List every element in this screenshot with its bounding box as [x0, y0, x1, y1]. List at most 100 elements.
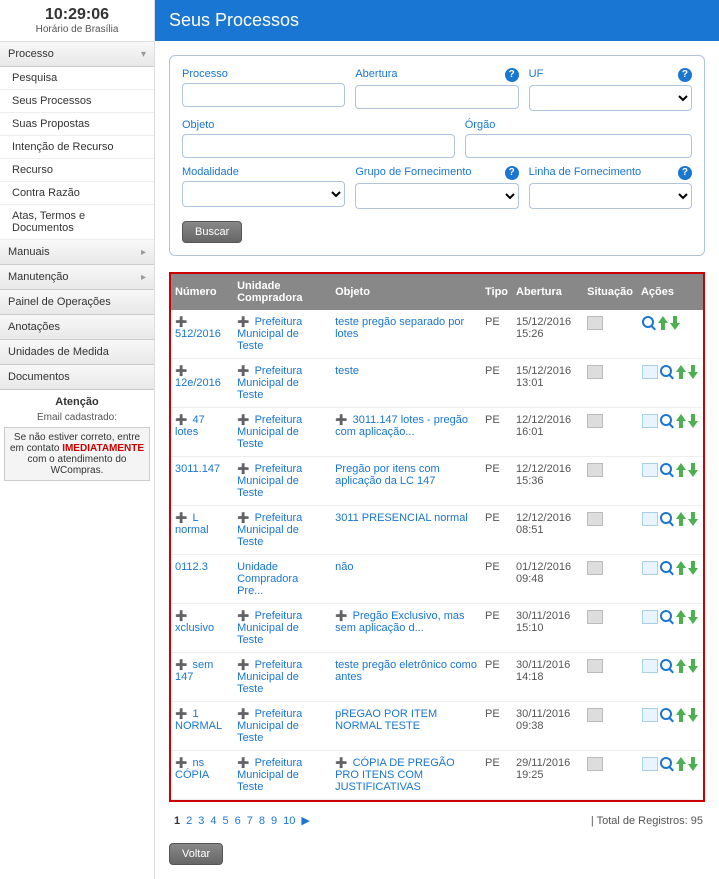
up-icon[interactable] [676, 757, 686, 771]
cell-numero[interactable]: ➕ 1 NORMAL [171, 702, 233, 751]
help-icon[interactable]: ? [505, 68, 519, 82]
expand-icon[interactable]: ➕ [175, 660, 187, 671]
expand-icon[interactable]: ➕ [237, 317, 249, 328]
cell-unidade[interactable]: ➕ Prefeitura Municipal de Teste [233, 751, 331, 800]
page-link[interactable]: 6 [235, 815, 241, 827]
download-icon[interactable] [688, 414, 698, 428]
expand-icon[interactable]: ➕ [237, 660, 249, 671]
cell-numero[interactable]: ➕ xclusivo [171, 604, 233, 653]
cell-unidade[interactable]: ➕ Prefeitura Municipal de Teste [233, 457, 331, 506]
cell-numero[interactable]: ➕ 12e/2016 [171, 359, 233, 408]
paper-icon[interactable] [642, 365, 658, 379]
filter-objeto-input[interactable] [182, 134, 455, 158]
view-icon[interactable] [660, 708, 674, 722]
cell-objeto[interactable]: teste pregão separado por lotes [331, 310, 481, 359]
menu-anotacoes[interactable]: Anotações [0, 315, 154, 340]
menu-manuais[interactable]: Manuais ▸ [0, 240, 154, 265]
cell-numero[interactable]: ➕ 47 lotes [171, 408, 233, 457]
download-icon[interactable] [688, 365, 698, 379]
view-icon[interactable] [660, 757, 674, 771]
cell-numero[interactable]: 3011.147 [171, 457, 233, 506]
page-link[interactable]: 9 [271, 815, 277, 827]
filter-uf-select[interactable] [529, 85, 692, 111]
cell-objeto[interactable]: pREGAO POR ITEM NORMAL TESTE [331, 702, 481, 751]
paper-icon[interactable] [642, 708, 658, 722]
download-icon[interactable] [688, 708, 698, 722]
download-icon[interactable] [688, 561, 698, 575]
expand-icon[interactable]: ➕ [175, 415, 187, 426]
menu-manutencao[interactable]: Manutenção ▸ [0, 265, 154, 290]
cell-unidade[interactable]: ➕ Prefeitura Municipal de Teste [233, 604, 331, 653]
filter-linha-select[interactable] [529, 183, 692, 209]
download-icon[interactable] [688, 512, 698, 526]
expand-icon[interactable]: ➕ [335, 758, 347, 769]
expand-icon[interactable]: ➕ [335, 415, 347, 426]
expand-icon[interactable]: ➕ [237, 464, 249, 475]
page-link[interactable]: 1 [174, 815, 180, 827]
cell-unidade[interactable]: ➕ Prefeitura Municipal de Teste [233, 702, 331, 751]
filter-processo-input[interactable] [182, 83, 345, 107]
expand-icon[interactable]: ➕ [237, 366, 249, 377]
cell-objeto[interactable]: ➕ 3011.147 lotes - pregão com aplicação.… [331, 408, 481, 457]
cell-numero[interactable]: ➕ L normal [171, 506, 233, 555]
view-icon[interactable] [660, 512, 674, 526]
expand-icon[interactable]: ➕ [175, 709, 187, 720]
cell-objeto[interactable]: teste pregão eletrônico como antes [331, 653, 481, 702]
paper-icon[interactable] [642, 414, 658, 428]
cell-numero[interactable]: 0112.3 [171, 555, 233, 604]
help-icon[interactable]: ? [678, 68, 692, 82]
download-icon[interactable] [688, 610, 698, 624]
cell-objeto[interactable]: Pregão por itens com aplicação da LC 147 [331, 457, 481, 506]
up-icon[interactable] [676, 414, 686, 428]
expand-icon[interactable]: ➕ [237, 758, 249, 769]
filter-orgao-input[interactable] [465, 134, 692, 158]
up-icon[interactable] [676, 512, 686, 526]
filter-grupo-select[interactable] [355, 183, 518, 209]
menu-painel[interactable]: Painel de Operações [0, 290, 154, 315]
menu-documentos[interactable]: Documentos [0, 365, 154, 390]
help-icon[interactable]: ? [678, 166, 692, 180]
up-icon[interactable] [676, 365, 686, 379]
page-link[interactable]: 8 [259, 815, 265, 827]
expand-icon[interactable]: ➕ [175, 611, 187, 622]
up-icon[interactable] [676, 610, 686, 624]
download-icon[interactable] [688, 757, 698, 771]
cell-objeto[interactable]: teste [331, 359, 481, 408]
cell-numero[interactable]: ➕ 512/2016 [171, 310, 233, 359]
view-icon[interactable] [642, 316, 656, 330]
help-icon[interactable]: ? [505, 166, 519, 180]
download-icon[interactable] [688, 659, 698, 673]
expand-icon[interactable]: ➕ [175, 366, 187, 377]
paper-icon[interactable] [642, 610, 658, 624]
cell-unidade[interactable]: ➕ Prefeitura Municipal de Teste [233, 506, 331, 555]
cell-numero[interactable]: ➕ ns CÓPIA [171, 751, 233, 800]
sidebar-item[interactable]: Atas, Termos e Documentos [0, 205, 154, 240]
view-icon[interactable] [660, 610, 674, 624]
expand-icon[interactable]: ➕ [237, 611, 249, 622]
cell-unidade[interactable]: ➕ Prefeitura Municipal de Teste [233, 359, 331, 408]
cell-unidade[interactable]: ➕ Prefeitura Municipal de Teste [233, 310, 331, 359]
page-link[interactable]: 10 [283, 815, 295, 827]
view-icon[interactable] [660, 561, 674, 575]
expand-icon[interactable]: ➕ [175, 317, 187, 328]
menu-processo[interactable]: Processo ▾ [0, 42, 154, 67]
paper-icon[interactable] [642, 659, 658, 673]
expand-icon[interactable]: ➕ [175, 758, 187, 769]
filter-abertura-input[interactable] [355, 85, 518, 109]
paper-icon[interactable] [642, 757, 658, 771]
expand-icon[interactable]: ➕ [237, 415, 249, 426]
download-icon[interactable] [688, 463, 698, 477]
filter-modalidade-select[interactable] [182, 181, 345, 207]
cell-objeto[interactable]: ➕ Pregão Exclusivo, mas sem aplicação d.… [331, 604, 481, 653]
page-link[interactable]: 3 [198, 815, 204, 827]
cell-objeto[interactable]: 3011 PRESENCIAL normal [331, 506, 481, 555]
up-icon[interactable] [676, 659, 686, 673]
cell-numero[interactable]: ➕ sem 147 [171, 653, 233, 702]
voltar-button[interactable]: Voltar [169, 843, 223, 865]
view-icon[interactable] [660, 659, 674, 673]
cell-unidade[interactable]: Unidade Compradora Pre... [233, 555, 331, 604]
up-icon[interactable] [676, 561, 686, 575]
paper-icon[interactable] [642, 561, 658, 575]
page-link[interactable]: 4 [210, 815, 216, 827]
cell-unidade[interactable]: ➕ Prefeitura Municipal de Teste [233, 653, 331, 702]
